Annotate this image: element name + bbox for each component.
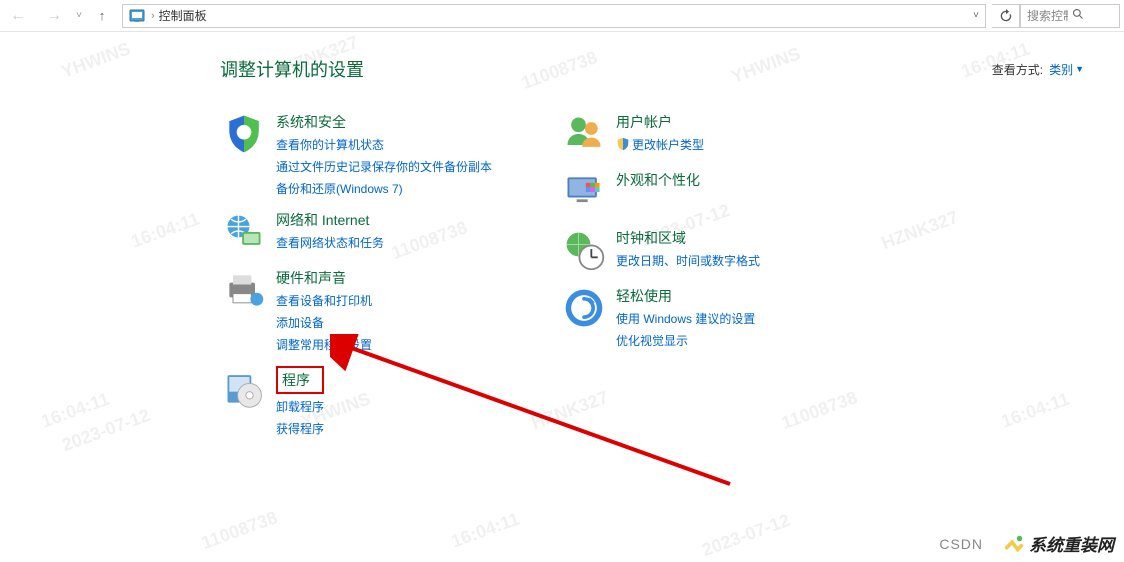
watermark: 16:04:11 — [449, 508, 523, 552]
refresh-button[interactable] — [992, 4, 1020, 28]
category-link[interactable]: 通过文件历史记录保存你的文件备份副本 — [276, 158, 492, 176]
category-link[interactable]: 查看设备和打印机 — [276, 292, 372, 310]
category-title[interactable]: 网络和 Internet — [276, 210, 369, 230]
right-column: 用户帐户 更改帐户类型 外观和个性化 — [560, 110, 900, 448]
search-input[interactable]: 搜索控制... — [1020, 4, 1120, 28]
category-title[interactable]: 用户帐户 — [616, 112, 672, 132]
category-user-accounts: 用户帐户 更改帐户类型 — [560, 110, 900, 158]
printer-icon — [220, 266, 268, 314]
globe-network-icon — [220, 208, 268, 256]
control-panel-icon — [127, 6, 147, 26]
chevron-down-icon: ▼ — [1075, 64, 1084, 74]
category-link[interactable]: 查看网络状态和任务 — [276, 234, 384, 252]
category-link[interactable]: 获得程序 — [276, 420, 324, 438]
page-title: 调整计算机的设置 — [220, 56, 364, 82]
category-columns: 系统和安全 查看你的计算机状态 通过文件历史记录保存你的文件备份副本 备份和还原… — [0, 82, 1124, 448]
forward-button[interactable]: → — [36, 1, 72, 31]
breadcrumb-item[interactable]: 控制面板 — [159, 7, 207, 24]
disc-box-icon — [220, 364, 268, 412]
breadcrumb-separator: › — [151, 10, 155, 22]
category-link[interactable]: 卸载程序 — [276, 398, 324, 416]
category-title[interactable]: 系统和安全 — [276, 112, 346, 132]
brand-icon — [1003, 533, 1025, 555]
back-button[interactable]: ← — [0, 1, 36, 31]
category-hardware-sound: 硬件和声音 查看设备和打印机 添加设备 调整常用移动设置 — [220, 266, 560, 354]
content-area: 调整计算机的设置 查看方式: 类别 ▼ 系统和安全 查看你的计算机状态 通过文件… — [0, 32, 1124, 448]
view-by-value[interactable]: 类别 — [1049, 61, 1073, 78]
ease-of-access-icon — [560, 284, 608, 332]
watermark: 11008738 — [199, 507, 281, 554]
clock-globe-icon — [560, 226, 608, 274]
category-network: 网络和 Internet 查看网络状态和任务 — [220, 208, 560, 256]
search-placeholder: 搜索控制... — [1027, 7, 1068, 24]
up-button[interactable]: ↑ — [86, 1, 118, 31]
search-icon — [1072, 8, 1113, 23]
address-expand-icon[interactable]: ˅ — [967, 10, 985, 21]
people-icon — [560, 110, 608, 158]
page-header: 调整计算机的设置 查看方式: 类别 ▼ — [0, 56, 1124, 82]
category-link[interactable]: 优化视觉显示 — [616, 332, 755, 350]
category-title[interactable]: 硬件和声音 — [276, 268, 346, 288]
view-by-label: 查看方式: — [992, 61, 1043, 78]
watermark: 2023-07-12 — [699, 510, 793, 561]
left-column: 系统和安全 查看你的计算机状态 通过文件历史记录保存你的文件备份副本 备份和还原… — [220, 110, 560, 448]
uac-shield-icon — [616, 137, 630, 151]
category-clock-region: 时钟和区域 更改日期、时间或数字格式 — [560, 226, 900, 274]
category-link[interactable]: 查看你的计算机状态 — [276, 136, 492, 154]
history-dropdown[interactable]: ˅ — [72, 10, 86, 21]
category-link[interactable]: 备份和还原(Windows 7) — [276, 180, 492, 198]
monitor-colors-icon — [560, 168, 608, 216]
address-bar[interactable]: › 控制面板 ˅ — [122, 4, 986, 28]
category-link[interactable]: 使用 Windows 建议的设置 — [616, 310, 755, 328]
category-title-highlighted[interactable]: 程序 — [276, 366, 324, 394]
category-title[interactable]: 时钟和区域 — [616, 228, 686, 248]
category-link[interactable]: 调整常用移动设置 — [276, 336, 372, 354]
category-title[interactable]: 轻松使用 — [616, 286, 672, 306]
csdn-watermark: CSDN — [939, 536, 983, 552]
category-link[interactable]: 更改帐户类型 — [616, 136, 704, 154]
view-by-selector[interactable]: 查看方式: 类别 ▼ — [992, 61, 1084, 78]
category-link[interactable]: 更改日期、时间或数字格式 — [616, 252, 760, 270]
category-system-security: 系统和安全 查看你的计算机状态 通过文件历史记录保存你的文件备份副本 备份和还原… — [220, 110, 560, 198]
shield-icon — [220, 110, 268, 158]
category-programs: 程序 卸载程序 获得程序 — [220, 364, 560, 438]
navigation-bar: ← → ˅ ↑ › 控制面板 ˅ 搜索控制... — [0, 0, 1124, 32]
footer: CSDN 系统重装网 — [939, 531, 1114, 556]
category-appearance: 外观和个性化 — [560, 168, 900, 216]
category-ease-of-access: 轻松使用 使用 Windows 建议的设置 优化视觉显示 — [560, 284, 900, 350]
category-link[interactable]: 添加设备 — [276, 314, 372, 332]
brand-logo: 系统重装网 — [1003, 531, 1114, 556]
category-title[interactable]: 外观和个性化 — [616, 170, 700, 190]
